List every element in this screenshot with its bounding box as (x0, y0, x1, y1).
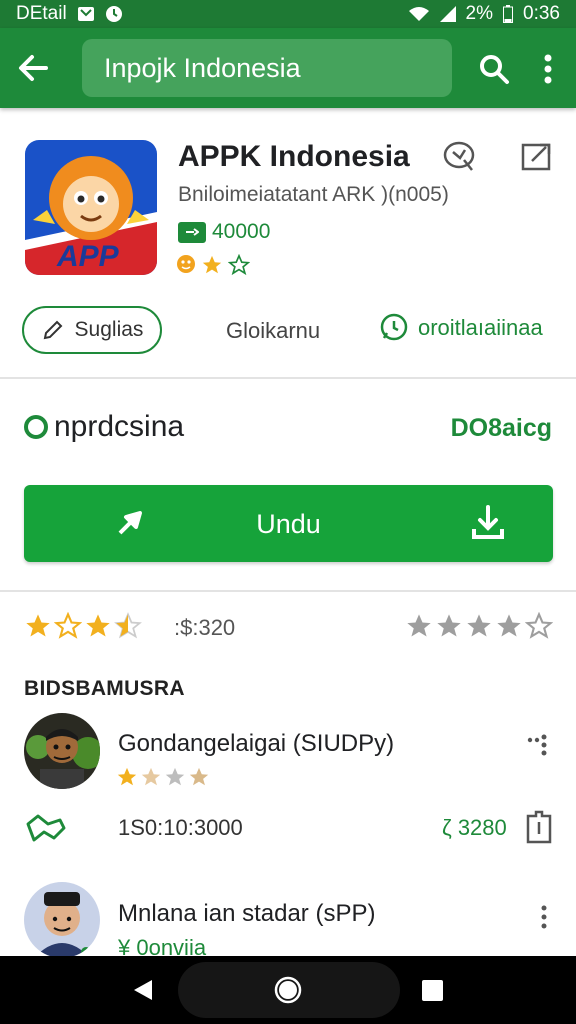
review-likes: ζ 3280 (442, 815, 507, 840)
edit-icon[interactable] (520, 140, 554, 174)
star-filled-icon (26, 614, 50, 637)
app-bar: Inpojk Indonesia (0, 28, 576, 108)
reviewer-name: Gondangelaigai (SIUDPy) (118, 730, 395, 757)
reviewer-name: Mnlana ian stadar (sPP) (118, 900, 376, 927)
reviewer-avatar[interactable] (24, 882, 100, 958)
status-bar: DEtail 2% 0:36 (0, 0, 576, 28)
chat-icon (380, 313, 408, 341)
star-outline-grey-icon[interactable] (525, 612, 553, 640)
comments-link-label: oroitlaıaiinaa (418, 315, 543, 340)
badge-icon (177, 255, 195, 273)
flag-icon[interactable] (524, 808, 554, 849)
star-filled-icon (86, 614, 110, 637)
search-icon[interactable] (474, 50, 514, 88)
star-outline-icon (54, 612, 82, 639)
suggest-button[interactable]: Suglias (22, 306, 162, 354)
wifi-icon (408, 6, 430, 22)
mail-icon (77, 6, 95, 22)
review-stars (116, 766, 210, 788)
system-nav-bar (0, 956, 576, 1024)
nav-home-icon[interactable] (274, 976, 302, 1004)
suggest-button-label: Suglias (74, 318, 144, 341)
status-time: 0:36 (523, 3, 560, 24)
pencil-icon (43, 320, 62, 340)
star-grey-icon[interactable] (495, 612, 523, 640)
star-grey-icon (165, 767, 185, 786)
install-label: nprdcsina (54, 410, 185, 443)
reviews-section-title: BIDSBAMUSRA (24, 677, 185, 700)
battery-icon (503, 5, 514, 23)
star-filled-icon (202, 255, 222, 274)
star-grey-icon[interactable] (405, 612, 433, 640)
category-link[interactable]: Gloikarnu (226, 318, 320, 344)
star-grey-icon[interactable] (465, 612, 493, 640)
mini-rating (176, 254, 250, 276)
price-tag-icon (178, 221, 206, 243)
review-options-icon[interactable] (524, 730, 550, 760)
app-icon: APP (25, 140, 157, 275)
star-faded-icon (141, 767, 161, 786)
battery-percent: 2% (465, 3, 494, 24)
star-half-icon (114, 612, 142, 639)
price-row: 40000 (178, 220, 270, 244)
share-icon[interactable] (440, 140, 478, 174)
clock-icon (105, 5, 123, 23)
rating-count: :$:320 (174, 615, 236, 640)
rating-stars (24, 612, 142, 640)
divider (0, 590, 576, 592)
search-input[interactable]: Inpojk Indonesia (82, 39, 452, 97)
download-button[interactable]: Undu (24, 485, 553, 562)
signal-icon (439, 6, 456, 22)
divider (0, 377, 576, 379)
star-faded-icon (189, 767, 209, 786)
install-row: nprdcsina (24, 410, 184, 444)
back-arrow-icon[interactable] (14, 50, 52, 86)
app-subtitle: Bniloimeiatatant ARK )(n005) (178, 183, 449, 206)
review-date: 1S0:10:3000 (118, 815, 243, 840)
review-options-icon[interactable] (524, 902, 550, 932)
download-icon (468, 503, 508, 550)
thumbs-icon[interactable] (24, 810, 68, 849)
app-title: APPK Indonesia (178, 140, 410, 173)
comments-link[interactable]: oroitlaıaiinaa (378, 312, 543, 344)
star-grey-icon[interactable] (435, 612, 463, 640)
overflow-menu-icon[interactable] (536, 50, 560, 88)
ring-icon (24, 415, 48, 439)
reviewer-avatar[interactable] (24, 713, 100, 789)
install-status[interactable]: DO8aicg (451, 414, 552, 443)
star-filled-icon (117, 767, 137, 786)
status-app-label: DEtail (16, 3, 67, 24)
app-price: 40000 (212, 220, 271, 243)
nav-recents-icon[interactable] (422, 980, 443, 1001)
nav-back-icon[interactable] (132, 978, 154, 1007)
app-icon-label: APP (57, 240, 119, 273)
star-outline-icon (228, 254, 250, 276)
rate-this-stars[interactable] (405, 612, 553, 640)
